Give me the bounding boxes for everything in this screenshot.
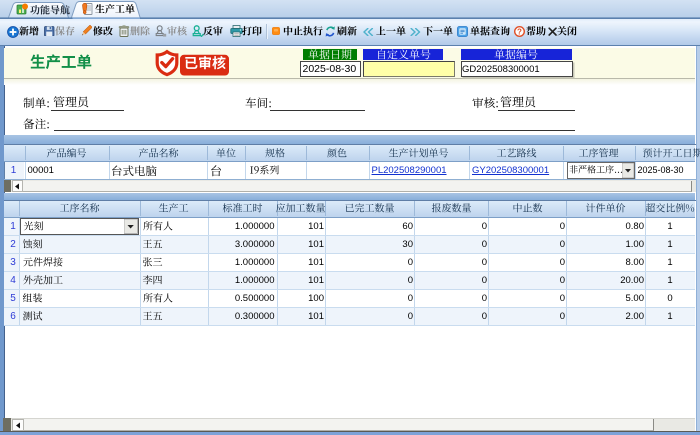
svg-text:?: ?	[517, 27, 522, 36]
